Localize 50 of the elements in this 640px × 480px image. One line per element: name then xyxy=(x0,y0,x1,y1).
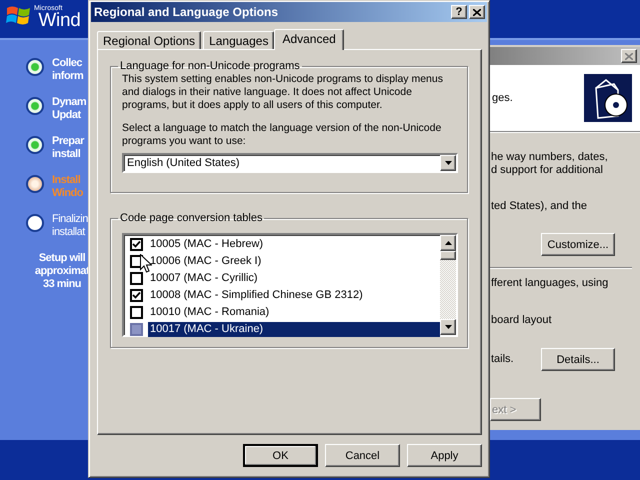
list-item[interactable]: 10006 (MAC - Greek I) xyxy=(148,254,440,269)
up-arrow-icon xyxy=(444,241,452,245)
body-text: ted States), and the xyxy=(490,200,588,213)
description-text: This system setting enables non-Unicode programs to display menus and dialogs in their native language. It does not affect Unicode programs, but it does apply to all users of this computer. xyxy=(122,73,444,112)
checkbox[interactable] xyxy=(130,238,143,251)
window-title: Regional and Language Options xyxy=(94,5,280,19)
body-text: tails. xyxy=(490,353,514,366)
body-text: he way numbers, dates, d support for additional xyxy=(490,151,609,177)
dropdown-button[interactable] xyxy=(440,155,456,171)
close-icon xyxy=(473,8,481,16)
scroll-up-button[interactable] xyxy=(440,235,456,251)
dialog-button[interactable]: OK xyxy=(243,444,318,467)
step-label: Finalizin installat xyxy=(52,213,88,239)
details-button[interactable]: Details... xyxy=(541,348,615,371)
customize-button[interactable]: Customize... xyxy=(541,233,615,256)
tab[interactable]: Languages xyxy=(203,31,274,49)
close-icon xyxy=(625,52,633,60)
tab[interactable]: Advanced xyxy=(274,29,344,50)
group-title: Code page conversion tables xyxy=(119,212,264,224)
scroll-down-button[interactable] xyxy=(440,319,456,335)
dialog-button[interactable]: Cancel xyxy=(325,444,400,467)
list-item[interactable]: 10005 (MAC - Hebrew) xyxy=(148,237,440,252)
close-button[interactable] xyxy=(469,5,485,19)
time-estimate: Setup will approximat 33 minu xyxy=(34,252,90,291)
close-button[interactable] xyxy=(621,49,637,63)
checkbox[interactable] xyxy=(130,289,143,302)
step-label: Dynam Updat xyxy=(52,96,86,122)
body-text: board layout xyxy=(490,314,553,327)
body-text: fferent languages, using xyxy=(490,277,610,290)
scroll-thumb[interactable] xyxy=(440,251,456,260)
checkbox[interactable] xyxy=(130,306,143,319)
group-title: Language for non-Unicode programs xyxy=(119,60,301,72)
down-arrow-icon xyxy=(444,161,452,165)
help-button[interactable]: ? xyxy=(451,5,467,19)
down-arrow-icon xyxy=(444,325,452,329)
language-dropdown[interactable]: English (United States) xyxy=(122,153,458,173)
list-item[interactable]: 10008 (MAC - Simplified Chinese GB 2312) xyxy=(148,288,440,303)
step-label: Install Windo xyxy=(52,174,83,200)
cursor-icon xyxy=(140,254,152,273)
header-text: ges. xyxy=(491,92,513,104)
list-item[interactable]: 10010 (MAC - Romania) xyxy=(148,305,440,320)
list-item[interactable]: 10007 (MAC - Cyrillic) xyxy=(148,271,440,286)
step-label: Prepar install xyxy=(52,135,84,161)
tab[interactable]: Regional Options xyxy=(97,31,202,49)
checkbox[interactable] xyxy=(130,272,143,285)
dialog-button[interactable]: Apply xyxy=(407,444,482,467)
step-label: Collec inform xyxy=(52,57,84,83)
prompt-text: Select a language to match the language version of the non-Unicode programs you want to use: xyxy=(122,122,442,148)
scrollbar[interactable] xyxy=(440,235,456,335)
logo-text: Wind xyxy=(38,10,80,33)
